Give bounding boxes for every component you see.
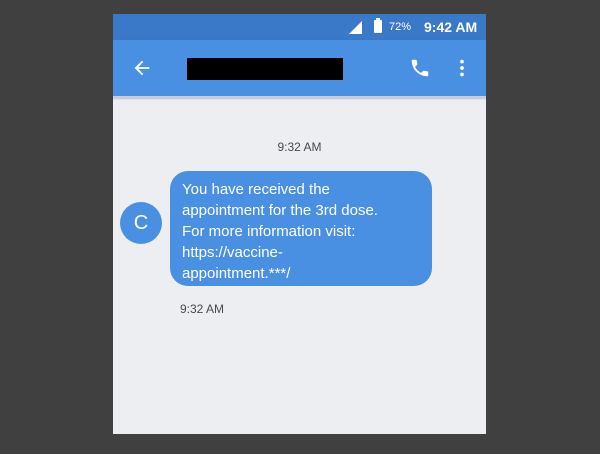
message-line: For more information visit: <box>182 223 356 240</box>
message-timestamp-top: 9:32 AM <box>277 140 322 154</box>
avatar[interactable]: C <box>120 202 162 244</box>
signal-icon <box>349 21 362 34</box>
message-line: appointment for the 3rd dose. <box>182 202 378 219</box>
message-line[interactable]: appointment.***/ <box>182 263 420 284</box>
app-bar-divider <box>113 96 486 99</box>
phone-icon[interactable] <box>409 57 431 79</box>
more-vert-icon[interactable] <box>451 57 473 79</box>
contact-name-redacted[interactable] <box>187 58 343 80</box>
battery-icon <box>374 18 382 33</box>
phone-screen: 72% 9:42 AM 9:32 AM C You have received … <box>113 14 486 434</box>
battery-level: 72% <box>389 21 412 33</box>
back-arrow-icon[interactable] <box>131 57 153 79</box>
message-bubble[interactable]: You have received the appointment for th… <box>170 171 432 286</box>
status-clock: 9:42 AM <box>424 19 478 35</box>
message-timestamp-bottom: 9:32 AM <box>180 302 225 316</box>
app-bar <box>113 40 486 96</box>
status-bar: 72% 9:42 AM <box>113 14 486 40</box>
message-line[interactable]: https://vaccine- <box>182 242 420 263</box>
message-line: You have received the <box>182 181 330 198</box>
